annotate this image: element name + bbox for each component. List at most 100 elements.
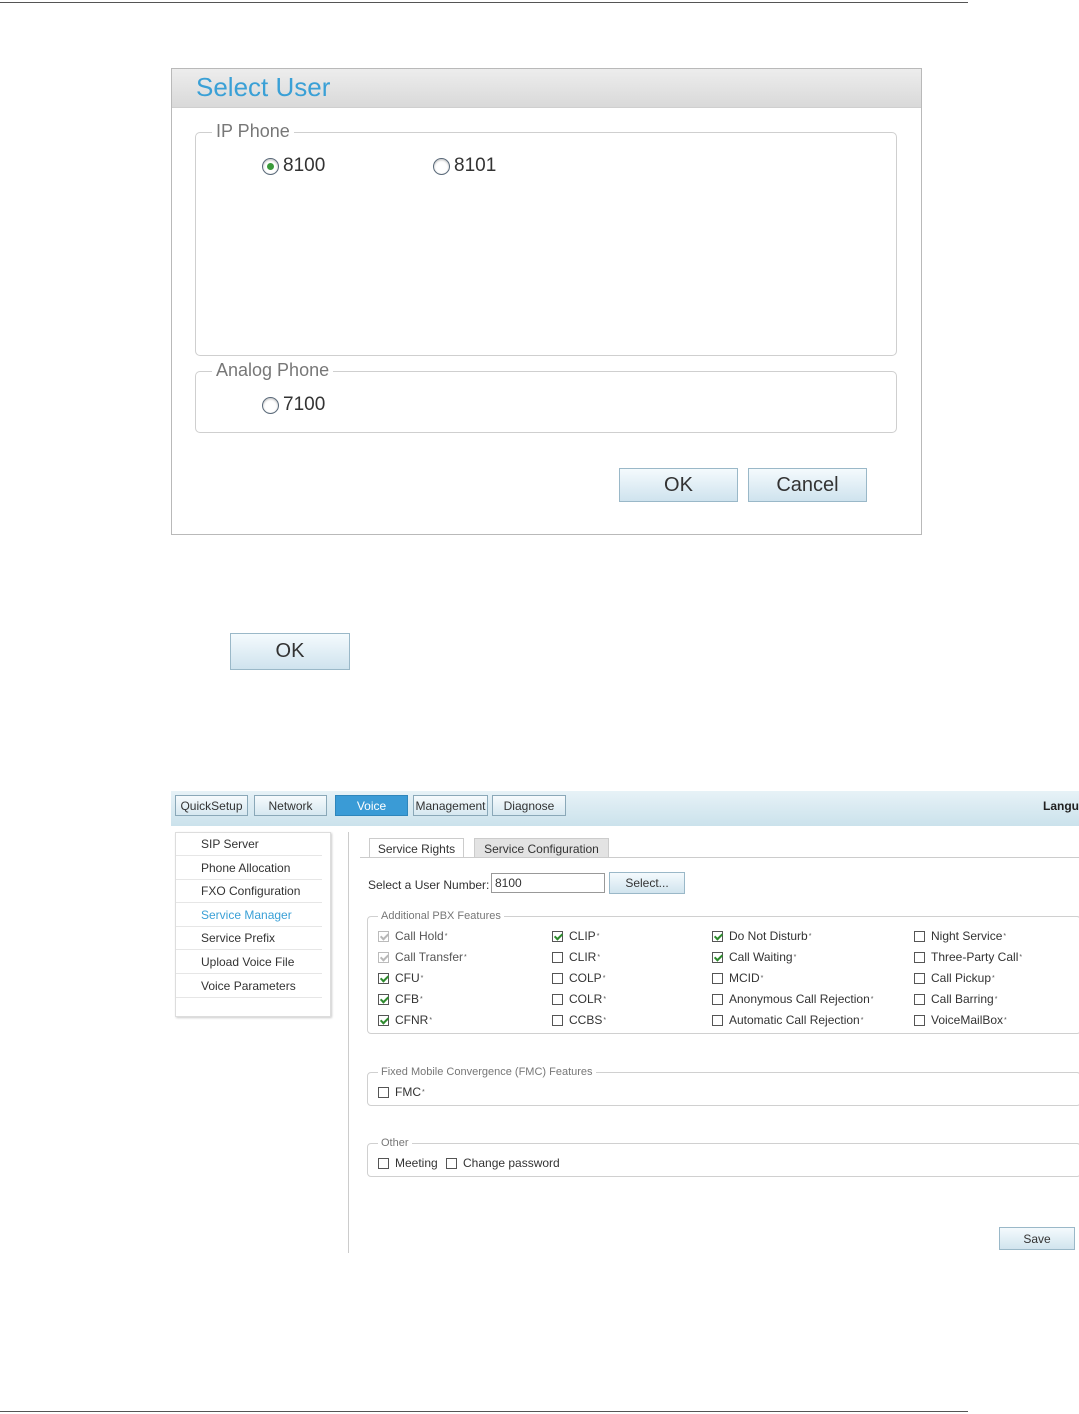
star-mark: * — [602, 974, 606, 982]
dialog-header: Select User — [172, 69, 921, 108]
sidebar-item-upload-voice-file[interactable]: Upload Voice File — [176, 951, 322, 974]
other-legend: Other — [378, 1136, 412, 1150]
star-mark: * — [1019, 953, 1023, 961]
checkbox[interactable] — [914, 972, 925, 984]
select-user-button[interactable]: Select... — [609, 872, 685, 894]
checkbox[interactable] — [552, 993, 563, 1005]
checkbox[interactable] — [914, 993, 925, 1005]
star-mark: * — [420, 974, 424, 982]
checkbox-checked-icon[interactable] — [378, 972, 389, 984]
cancel-button[interactable]: Cancel — [748, 468, 867, 502]
checkbox[interactable] — [914, 1014, 925, 1026]
checkbox-option-clip[interactable]: CLIP * — [552, 929, 599, 943]
star-mark: * — [464, 953, 467, 961]
checkbox-option-change-password[interactable]: Change password — [446, 1156, 560, 1170]
content-divider — [348, 832, 349, 1253]
checkbox[interactable] — [552, 1014, 563, 1026]
checkbox-label: VoiceMailBox — [931, 1013, 1004, 1027]
sidebar-item-service-prefix[interactable]: Service Prefix — [176, 927, 322, 950]
sidebar-item-phone-allocation[interactable]: Phone Allocation — [176, 857, 322, 880]
checkbox-label: CCBS — [569, 1013, 603, 1027]
checkbox-option-night-service[interactable]: Night Service * — [914, 929, 1006, 943]
radio-button-checked-icon[interactable] — [262, 157, 279, 175]
checkbox-label: Three-Party Call — [931, 950, 1019, 964]
checkbox-checked-icon — [378, 930, 389, 942]
checkbox-option-voicemailbox[interactable]: VoiceMailBox * — [914, 1013, 1007, 1027]
star-mark: * — [860, 1016, 864, 1024]
checkbox-option-call-barring[interactable]: Call Barring * — [914, 992, 997, 1006]
checkbox-option-ccbs[interactable]: CCBS * — [552, 1013, 606, 1027]
checkbox-label: CFNR — [395, 1013, 429, 1027]
checkbox-option-call-waiting[interactable]: Call Waiting * — [712, 950, 796, 964]
radio-button-icon[interactable] — [262, 396, 279, 414]
checkbox-option-cfu[interactable]: CFU * — [378, 971, 423, 985]
checkbox-option-automatic-call-rejection[interactable]: Automatic Call Rejection * — [712, 1013, 863, 1027]
checkbox[interactable] — [378, 1086, 389, 1098]
sidebar-item-voice-parameters[interactable]: Voice Parameters — [176, 975, 322, 998]
radio-label: 7100 — [283, 394, 326, 415]
checkbox[interactable] — [446, 1157, 457, 1169]
page-top-rule — [0, 2, 968, 3]
dialog-title: Select User — [196, 72, 331, 102]
standalone-ok-button[interactable]: OK — [230, 633, 350, 670]
tab-management[interactable]: Management — [413, 795, 488, 816]
star-mark: * — [870, 995, 874, 1003]
checkbox-option-cfb[interactable]: CFB * — [378, 992, 423, 1006]
checkbox-option-call-pickup[interactable]: Call Pickup * — [914, 971, 995, 985]
checkbox-checked-icon[interactable] — [712, 930, 723, 942]
checkbox-label: Automatic Call Rejection — [729, 1013, 860, 1027]
star-mark: * — [603, 995, 607, 1003]
radio-option-8101[interactable]: 8101 — [433, 155, 496, 177]
checkbox-option-clir[interactable]: CLIR * — [552, 950, 600, 964]
analog-phone-group: Analog Phone 7100 — [195, 359, 897, 433]
checkbox-checked-icon[interactable] — [712, 951, 723, 963]
tab-quicksetup[interactable]: QuickSetup — [175, 795, 248, 816]
tab-network[interactable]: Network — [254, 795, 327, 816]
checkbox[interactable] — [712, 993, 723, 1005]
checkbox-checked-icon[interactable] — [378, 993, 389, 1005]
analog-phone-legend: Analog Phone — [212, 359, 334, 381]
checkbox-option-meeting[interactable]: Meeting — [378, 1156, 438, 1170]
checkbox-option-mcid[interactable]: MCID * — [712, 971, 763, 985]
tab-service-rights[interactable]: Service Rights — [369, 838, 464, 858]
checkbox[interactable] — [378, 1157, 389, 1169]
sidebar-item-sip-server[interactable]: SIP Server — [176, 833, 322, 856]
tab-diagnose[interactable]: Diagnose — [492, 795, 566, 816]
checkbox-option-three-party-call[interactable]: Three-Party Call * — [914, 950, 1022, 964]
checkbox[interactable] — [712, 1014, 723, 1026]
other-group: Other Meeting Change password — [367, 1136, 1079, 1177]
checkbox-label: CLIP — [569, 929, 596, 943]
checkbox[interactable] — [552, 951, 563, 963]
sidebar-item-fxo-configuration[interactable]: FXO Configuration — [176, 880, 322, 903]
checkbox[interactable] — [914, 951, 925, 963]
checkbox-label: Do Not Disturb — [729, 929, 808, 943]
tab-voice[interactable]: Voice — [335, 795, 408, 816]
sidebar-item-service-manager[interactable]: Service Manager — [176, 904, 322, 927]
checkbox-option-cfnr[interactable]: CFNR * — [378, 1013, 432, 1027]
ok-button[interactable]: OK — [619, 468, 738, 502]
save-button[interactable]: Save — [999, 1227, 1075, 1250]
checkbox[interactable] — [712, 972, 723, 984]
checkbox-label: COLP — [569, 971, 602, 985]
voice-service-manager-screen: QuickSetup Network Voice Management Diag… — [171, 791, 1079, 1253]
checkbox-checked-icon[interactable] — [552, 930, 563, 942]
radio-label: 8101 — [454, 155, 497, 176]
language-label[interactable]: Langu — [1043, 799, 1079, 813]
star-mark: * — [1003, 932, 1007, 940]
tab-service-configuration[interactable]: Service Configuration — [474, 838, 609, 858]
checkbox-option-fmc[interactable]: FMC * — [378, 1085, 425, 1099]
radio-option-8100[interactable]: 8100 — [262, 155, 325, 177]
checkbox[interactable] — [914, 930, 925, 942]
checkbox-option-anonymous-call-rejection[interactable]: Anonymous Call Rejection * — [712, 992, 873, 1006]
radio-button-icon[interactable] — [433, 157, 450, 175]
checkbox-option-colr[interactable]: COLR * — [552, 992, 606, 1006]
pbx-features-group: Additional PBX Features Call Hold * Call T… — [367, 909, 1079, 1034]
star-mark: * — [597, 953, 601, 961]
radio-option-7100[interactable]: 7100 — [262, 394, 325, 416]
checkbox-checked-icon[interactable] — [378, 1014, 389, 1026]
checkbox-option-do-not-disturb[interactable]: Do Not Disturb * — [712, 929, 811, 943]
user-number-input[interactable]: 8100 — [491, 873, 605, 893]
checkbox[interactable] — [552, 972, 563, 984]
user-number-label: Select a User Number: — [368, 878, 490, 892]
checkbox-option-colp[interactable]: COLP * — [552, 971, 605, 985]
